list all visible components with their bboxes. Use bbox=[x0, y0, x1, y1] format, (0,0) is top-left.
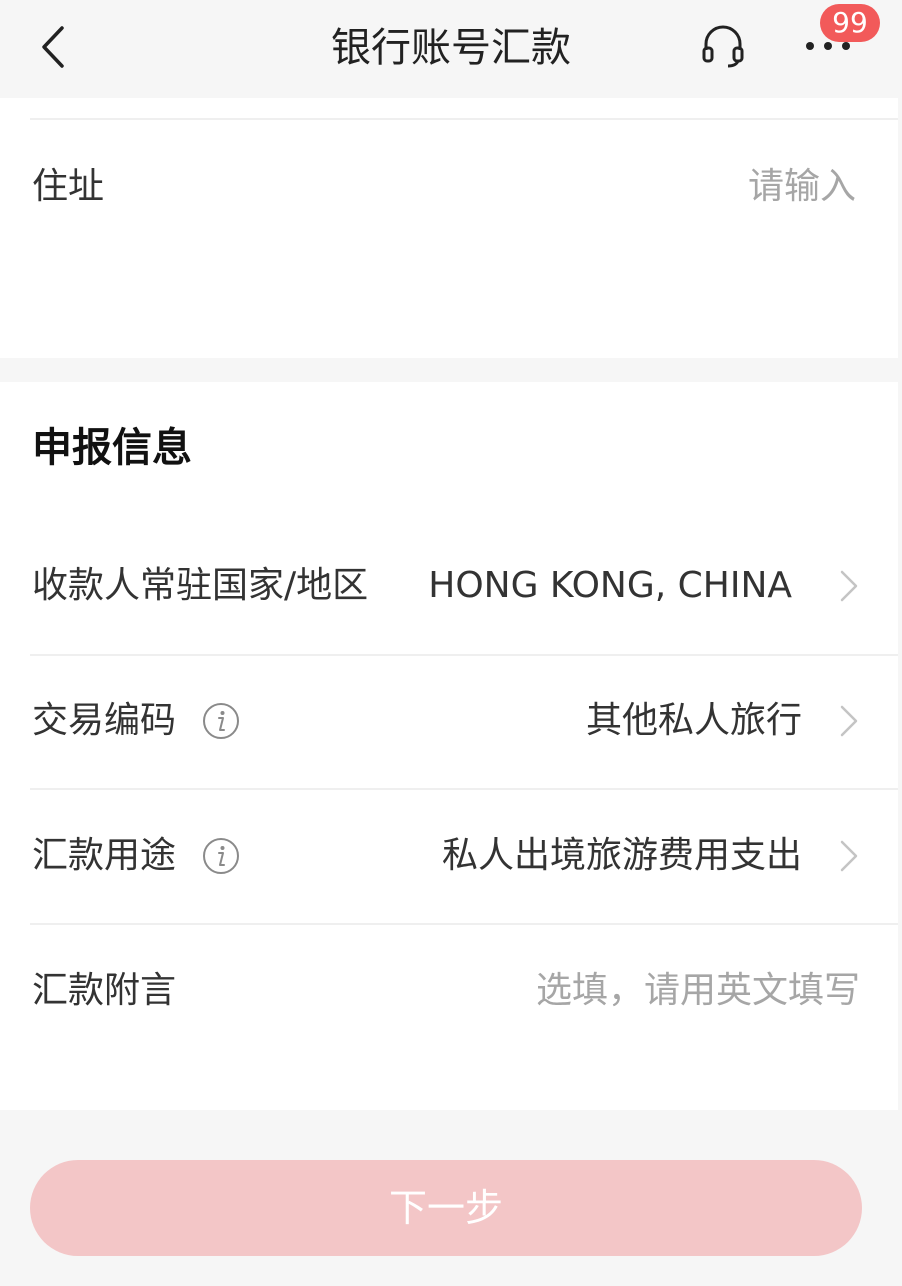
country-label: 收款人常驻国家/地区 bbox=[32, 565, 369, 606]
address-card: 住址 请输入 bbox=[0, 98, 898, 358]
chevron-right-icon bbox=[840, 840, 858, 872]
divider bbox=[30, 118, 898, 120]
transaction-code-label: 交易编码 bbox=[32, 700, 177, 741]
transaction-code-value: 其他私人旅行 bbox=[585, 700, 802, 741]
info-icon[interactable] bbox=[202, 702, 240, 740]
divider bbox=[30, 654, 898, 656]
customer-service-button[interactable] bbox=[700, 22, 746, 68]
remark-label: 汇款附言 bbox=[32, 970, 177, 1011]
page-title: 银行账号汇款 bbox=[331, 25, 571, 71]
address-label: 住址 bbox=[32, 166, 105, 207]
country-value: HONG KONG, CHINA bbox=[428, 565, 792, 606]
chevron-right-icon bbox=[840, 570, 858, 602]
info-icon[interactable] bbox=[202, 837, 240, 875]
next-step-button[interactable]: 下一步 bbox=[30, 1160, 862, 1256]
nav-bar: 银行账号汇款 99 bbox=[0, 0, 902, 98]
purpose-label: 汇款用途 bbox=[32, 835, 177, 876]
chevron-right-icon bbox=[840, 705, 858, 737]
section-title: 申报信息 bbox=[32, 425, 192, 471]
divider bbox=[30, 788, 898, 790]
address-input[interactable]: 请输入 bbox=[748, 162, 856, 212]
message-badge: 99 bbox=[820, 4, 880, 42]
purpose-value: 私人出境旅游费用支出 bbox=[441, 835, 802, 876]
remark-input[interactable]: 选填，请用英文填写 bbox=[536, 966, 860, 1016]
headset-icon bbox=[702, 25, 744, 68]
divider bbox=[30, 923, 898, 925]
